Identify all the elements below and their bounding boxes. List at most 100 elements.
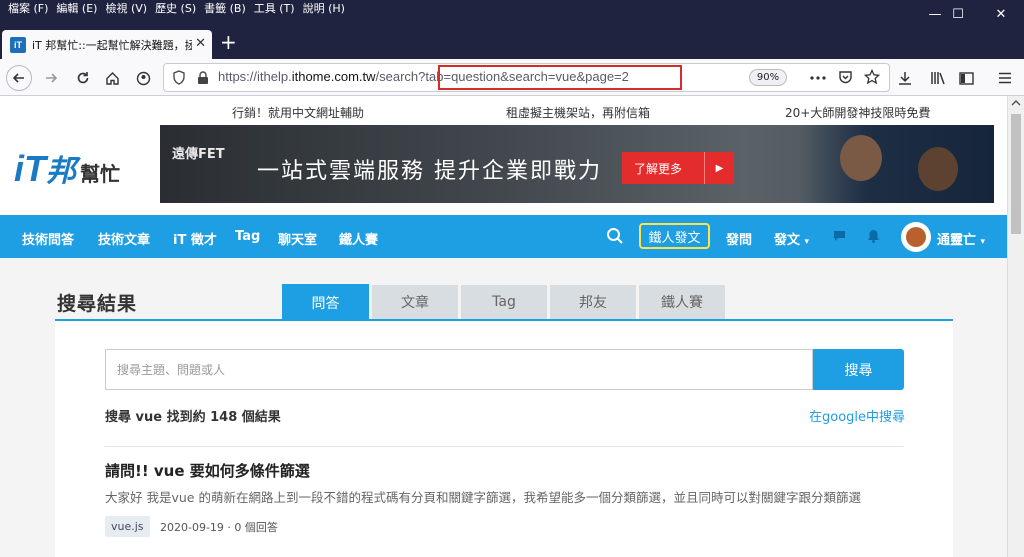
play-arrow-icon: ▶ (704, 152, 734, 184)
url-host: ithome.com.tw (291, 69, 376, 84)
menu-help[interactable]: 說明 (H) (299, 2, 349, 16)
library-icon (931, 72, 945, 85)
post-dropdown[interactable]: 發文 ▾ (774, 229, 809, 248)
site-nav: 技術問答 技術文章 iT 徵才 Tag 聊天室 鐵人賽 鐵人發文 發問 發文 ▾… (0, 215, 1007, 258)
scroll-up-icon[interactable] (1011, 100, 1021, 106)
logo-bangmang: 幫忙 (80, 164, 120, 186)
forward-button[interactable] (38, 65, 64, 91)
menu-list: 檔案 (F) 編輯 (E) 檢視 (V) 歷史 (S) 書籤 (B) 工具 (T… (4, 2, 349, 16)
reload-icon (77, 72, 89, 84)
back-button[interactable] (6, 65, 32, 91)
page-scrollbar[interactable] (1007, 96, 1024, 557)
menu-file[interactable]: 檔案 (F) (4, 2, 52, 16)
sidebar-button[interactable] (953, 65, 979, 91)
new-tab-button[interactable]: + (220, 32, 237, 52)
nav-tech-articles[interactable]: 技術文章 (98, 229, 150, 248)
shield-icon[interactable] (172, 70, 186, 85)
result-count: 搜尋 vue 找到約 148 個結果 (105, 410, 281, 425)
address-bar[interactable]: https://ithelp.ithome.com.tw/search?tab=… (163, 63, 890, 92)
pocket-icon[interactable] (838, 70, 853, 85)
highlight-box (438, 65, 682, 90)
lock-icon[interactable] (197, 71, 209, 85)
bell-icon[interactable] (867, 229, 880, 243)
page-content: 行銷！就用中文網址輔助 租虛擬主機架站，再附信箱 20+大師開發神技限時免費 i… (0, 96, 1007, 557)
user-menu[interactable]: 通靈亡 ▾ (937, 229, 985, 248)
iron-post-button[interactable]: 鐵人發文 (639, 223, 710, 249)
promo-link[interactable]: 租虛擬主機架站，再附信箱 (506, 104, 650, 121)
search-field[interactable] (105, 349, 813, 390)
logo-bang: 邦 (46, 155, 76, 188)
menu-edit[interactable]: 編輯 (E) (52, 2, 101, 16)
account-icon (136, 71, 150, 85)
tab-questions[interactable]: 問答 (282, 284, 369, 321)
search-icon[interactable] (606, 227, 624, 245)
tab-ironman[interactable]: 鐵人賽 (639, 285, 725, 319)
window-menu-bar: 檔案 (F) 編輯 (E) 檢視 (V) 歷史 (S) 書籤 (B) 工具 (T… (0, 0, 1024, 28)
chat-icon[interactable] (832, 230, 847, 243)
tab-tag[interactable]: Tag (461, 285, 547, 319)
divider (105, 446, 903, 447)
browser-toolbar: https://ithelp.ithome.com.tw/search?tab=… (0, 59, 1024, 96)
home-button[interactable] (99, 65, 125, 91)
back-arrow-icon (12, 73, 24, 83)
search-button[interactable]: 搜尋 (813, 349, 904, 390)
ad-banner[interactable]: 遠傳FET 一站式雲端服務 提升企業即戰力 了解更多 ▶ (160, 125, 994, 203)
reload-button[interactable] (70, 65, 96, 91)
post-label: 發文 (774, 233, 801, 248)
downloads-button[interactable] (892, 65, 918, 91)
nav-jobs[interactable]: iT 徵才 (173, 229, 217, 248)
bookmark-star-icon[interactable] (864, 69, 880, 85)
download-icon (899, 71, 911, 85)
menu-tools[interactable]: 工具 (T) (250, 2, 299, 16)
forward-arrow-icon (46, 73, 58, 83)
library-button[interactable] (925, 65, 951, 91)
tab-users[interactable]: 邦友 (550, 285, 636, 319)
browser-tab[interactable]: iT iT 邦幫忙::一起幫忙解決難題，拯救 IT 人的一天 ✕ (2, 30, 212, 59)
more-actions-icon[interactable] (810, 76, 826, 80)
menu-view[interactable]: 檢視 (V) (101, 2, 151, 16)
tab-title: iT 邦幫忙::一起幫忙解決難題，拯救 IT 人的一天 (32, 38, 192, 52)
tab-articles[interactable]: 文章 (372, 285, 458, 319)
nav-tag[interactable]: Tag (235, 229, 260, 244)
tab-close-icon[interactable]: ✕ (195, 36, 206, 51)
username: 通靈亡 (937, 233, 977, 248)
result-meta: 2020-09-19 · 0 個回答 (160, 521, 278, 534)
close-window-button[interactable]: ✕ (978, 0, 1024, 28)
tab-strip: iT iT 邦幫忙::一起幫忙解決難題，拯救 IT 人的一天 ✕ (0, 28, 1024, 59)
url-host-prefix: https://ithelp. (218, 69, 292, 84)
google-search-link[interactable]: 在google中搜尋 (809, 406, 905, 425)
promo-link[interactable]: 20+大師開發神技限時免費 (785, 104, 930, 121)
chevron-down-icon: ▾ (980, 237, 986, 247)
site-header: 行銷！就用中文網址輔助 租虛擬主機架站，再附信箱 20+大師開發神技限時免費 i… (0, 96, 1007, 215)
banner-brand: 遠傳FET (172, 147, 225, 162)
avatar[interactable] (901, 222, 931, 252)
result-title[interactable]: 請問!! vue 要如何多條件篩選 (105, 460, 310, 481)
page-title: 搜尋結果 (57, 293, 138, 315)
app-menu-button[interactable] (992, 65, 1018, 91)
avatar-image (906, 227, 926, 247)
maximize-button[interactable]: ☐ (935, 0, 981, 28)
nav-chatroom[interactable]: 聊天室 (278, 229, 317, 248)
ask-button[interactable]: 發問 (726, 229, 752, 248)
account-button[interactable] (130, 65, 156, 91)
banner-cta-label: 了解更多 (634, 161, 683, 176)
logo-it: iT (14, 148, 46, 189)
result-excerpt: 大家好 我是vue 的萌新在網路上到一段不錯的程式碼有分頁和關鍵字篩選，我希望能… (105, 490, 861, 505)
result-tag[interactable]: vue.js (105, 516, 150, 537)
menu-history[interactable]: 歷史 (S) (151, 2, 200, 16)
nav-ironman[interactable]: 鐵人賽 (339, 229, 378, 248)
banner-person (918, 147, 958, 191)
banner-headline: 一站式雲端服務 提升企業即戰力 (257, 159, 602, 184)
menu-bookmarks[interactable]: 書籤 (B) (200, 2, 250, 16)
search-input[interactable] (106, 350, 812, 389)
url-path: /search (375, 69, 419, 84)
chevron-down-icon: ▾ (804, 237, 810, 247)
banner-cta-button[interactable]: 了解更多 ▶ (622, 152, 734, 184)
promo-link[interactable]: 行銷！就用中文網址輔助 (232, 104, 364, 121)
scrollbar-thumb[interactable] (1011, 114, 1021, 234)
site-logo[interactable]: iT 邦 幫忙 (14, 146, 120, 190)
nav-tech-qa[interactable]: 技術問答 (22, 229, 74, 248)
ithelp-favicon-icon: iT (10, 36, 26, 53)
zoom-indicator[interactable]: 90% (749, 69, 787, 86)
hamburger-icon (999, 72, 1011, 84)
